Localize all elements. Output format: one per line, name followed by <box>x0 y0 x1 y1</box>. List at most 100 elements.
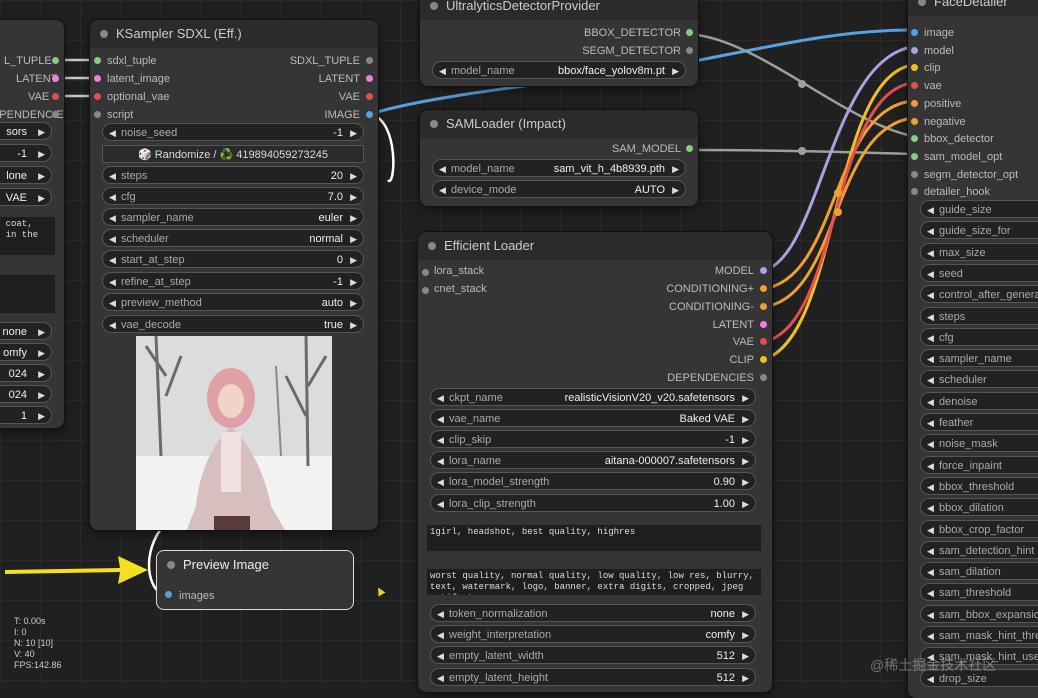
arrow-left-icon[interactable]: ◀ <box>927 329 934 345</box>
slot-dot[interactable] <box>366 57 373 64</box>
ckpt-name-widget[interactable]: ◀ ckpt_name realisticVisionV20_v20.safeten… <box>430 388 756 406</box>
arrow-left-icon[interactable]: ◀ <box>927 222 934 238</box>
facedetailer-node[interactable]: FaceDetailer image model clip vae positive ne… <box>908 0 1038 698</box>
refine-at-step-widget[interactable]: ◀ refine_at_step -1 ▶ <box>102 272 364 290</box>
left-partial-node[interactable]: L_TUPLE LATENT VAE DEPENDENCIES sors▶ -1… <box>0 20 64 428</box>
samloader-node[interactable]: SAMLoader (Impact) SAM_MODEL ◀ model_name… <box>420 110 698 206</box>
collapse-dot[interactable] <box>428 242 436 250</box>
scheduler-widget[interactable]: ◀ scheduler normal ▶ <box>102 229 364 247</box>
slot-dot[interactable] <box>52 111 59 118</box>
cfg-widget[interactable]: ◀ cfg 7.0 ▶ <box>102 187 364 205</box>
slot-dot[interactable] <box>52 75 59 82</box>
slot-dot[interactable] <box>911 64 918 72</box>
arrow-left-icon[interactable]: ◀ <box>927 435 934 451</box>
slot-dot[interactable] <box>686 47 693 54</box>
sampler-name-widget[interactable]: ◀ sampler_name euler ▶ <box>102 208 364 226</box>
slot-dot[interactable] <box>52 57 59 64</box>
facedetailer-widget[interactable]: ◀ guide_size_for <box>920 221 1038 240</box>
arrow-left-icon[interactable]: ◀ <box>927 542 934 558</box>
device-mode-widget[interactable]: ◀ device_mode AUTO ▶ <box>432 180 686 198</box>
node-title[interactable]: UltralyticsDetectorProvider <box>420 0 698 20</box>
vae-name-widget[interactable]: ◀ vae_name Baked VAE ▶ <box>430 409 756 427</box>
slot-dot[interactable] <box>911 117 918 125</box>
slot-dot[interactable] <box>911 152 918 160</box>
weight-interpretation-widget[interactable]: ◀ weight_interpretation comfy ▶ <box>430 625 756 643</box>
facedetailer-widget[interactable]: ◀ sam_mask_hint_thres <box>920 626 1038 644</box>
preview-image-node[interactable]: Preview Image images <box>156 550 354 610</box>
facedetailer-widget[interactable]: ◀ steps <box>920 306 1038 325</box>
node-title[interactable]: SAMLoader (Impact) <box>420 110 698 138</box>
facedetailer-widget[interactable]: ◀ control_after_genera <box>920 285 1038 304</box>
arrow-left-icon[interactable]: ◀ <box>927 584 934 600</box>
widget[interactable]: 024 ▶ <box>0 364 52 382</box>
widget[interactable]: none ▶ <box>0 322 52 340</box>
slot-dot[interactable] <box>911 99 918 107</box>
facedetailer-widget[interactable]: ◀ seed <box>920 263 1038 282</box>
slot-dot[interactable] <box>760 267 767 274</box>
facedetailer-widget[interactable]: ◀ cfg <box>920 327 1038 346</box>
widget[interactable]: 1 ▶ <box>0 406 52 424</box>
arrow-left-icon[interactable]: ◀ <box>927 457 934 473</box>
slot-dot[interactable] <box>760 321 767 328</box>
widget[interactable]: 024 ▶ <box>0 385 52 403</box>
model-name-widget[interactable]: ◀ model_name sam_vit_h_4b8939.pth ▶ <box>432 159 686 177</box>
facedetailer-widget[interactable]: ◀ bbox_threshold <box>920 476 1038 495</box>
steps-widget[interactable]: ◀ steps 20 ▶ <box>102 166 364 184</box>
facedetailer-widget[interactable]: ◀ max_size <box>920 242 1038 261</box>
positive-prompt-textarea[interactable]: 1girl, headshot, best quality, highres <box>426 524 762 552</box>
slot-dot[interactable] <box>94 75 101 82</box>
widget[interactable]: sors ▶ <box>0 122 52 140</box>
collapse-dot[interactable] <box>918 0 926 6</box>
facedetailer-widget[interactable]: ◀ guide_size <box>920 200 1038 218</box>
arrow-left-icon[interactable]: ◀ <box>927 393 934 409</box>
slot-dot[interactable] <box>911 170 918 178</box>
slot-dot[interactable] <box>911 46 918 54</box>
widget[interactable]: lone ▶ <box>0 166 52 184</box>
node-title[interactable]: FaceDetailer <box>908 0 1038 16</box>
lora-name-widget[interactable]: ◀ lora_name aitana-000007.safetensors ▶ <box>430 451 756 469</box>
slot-dot[interactable] <box>911 188 918 196</box>
facedetailer-widget[interactable]: ◀ bbox_dilation <box>920 498 1038 517</box>
node-title[interactable]: Preview Image <box>157 551 353 579</box>
facedetailer-widget[interactable]: ◀ sampler_name <box>920 349 1038 368</box>
slot-dot[interactable] <box>366 111 373 118</box>
arrow-left-icon[interactable]: ◀ <box>927 521 934 537</box>
arrow-left-icon[interactable]: ◀ <box>927 286 934 302</box>
slot-dot[interactable] <box>94 57 101 64</box>
model-name-widget[interactable]: ◀ model_name bbox/face_yolov8m.pt ▶ <box>432 61 686 79</box>
noise-seed-widget[interactable]: ◀ noise_seed -1 ▶ <box>102 123 364 141</box>
slot-dot[interactable] <box>94 111 101 118</box>
preview-method-widget[interactable]: ◀ preview_method auto ▶ <box>102 293 364 311</box>
arrow-left-icon[interactable]: ◀ <box>927 606 934 622</box>
slot-dot[interactable] <box>422 287 429 294</box>
arrow-left-icon[interactable]: ◀ <box>927 371 934 387</box>
facedetailer-widget[interactable]: ◀ scheduler <box>920 370 1038 389</box>
collapse-dot[interactable] <box>430 120 438 128</box>
widget[interactable]: VAE ▶ <box>0 188 52 206</box>
facedetailer-widget[interactable]: ◀ sam_bbox_expansion <box>920 604 1038 623</box>
facedetailer-widget[interactable]: ◀ bbox_crop_factor <box>920 519 1038 538</box>
arrow-left-icon[interactable]: ◀ <box>927 201 934 217</box>
collapse-dot[interactable] <box>430 2 438 10</box>
widget[interactable]: omfy ▶ <box>0 343 52 361</box>
arrow-left-icon[interactable]: ◀ <box>927 308 934 324</box>
slot-dot[interactable] <box>52 93 59 100</box>
arrow-left-icon[interactable]: ◀ <box>927 627 934 643</box>
arrow-left-icon[interactable]: ◀ <box>927 478 934 494</box>
lora-model-strength-widget[interactable]: ◀ lora_model_strength 0.90 ▶ <box>430 472 756 490</box>
empty-latent-height-widget[interactable]: ◀ empty_latent_height 512 ▶ <box>430 668 756 686</box>
arrow-left-icon[interactable]: ◀ <box>927 414 934 430</box>
prompt-textarea[interactable]: rey coat, ees in the <box>0 216 56 256</box>
slot-dot[interactable] <box>760 285 767 292</box>
widget[interactable]: -1 ▶ <box>0 144 52 162</box>
slot-dot[interactable] <box>911 82 918 90</box>
arrow-left-icon[interactable]: ◀ <box>927 244 934 260</box>
clip-skip-widget[interactable]: ◀ clip_skip -1 ▶ <box>430 430 756 448</box>
facedetailer-widget[interactable]: ◀ feather <box>920 413 1038 431</box>
facedetailer-widget[interactable]: ◀ sam_dilation <box>920 562 1038 581</box>
slot-dot[interactable] <box>760 356 767 363</box>
slot-dot[interactable] <box>686 29 693 36</box>
node-title[interactable]: Efficient Loader <box>418 232 772 260</box>
ultralytics-detector-node[interactable]: UltralyticsDetectorProvider BBOX_DETECTO… <box>420 0 698 86</box>
arrow-left-icon[interactable]: ◀ <box>927 563 934 579</box>
